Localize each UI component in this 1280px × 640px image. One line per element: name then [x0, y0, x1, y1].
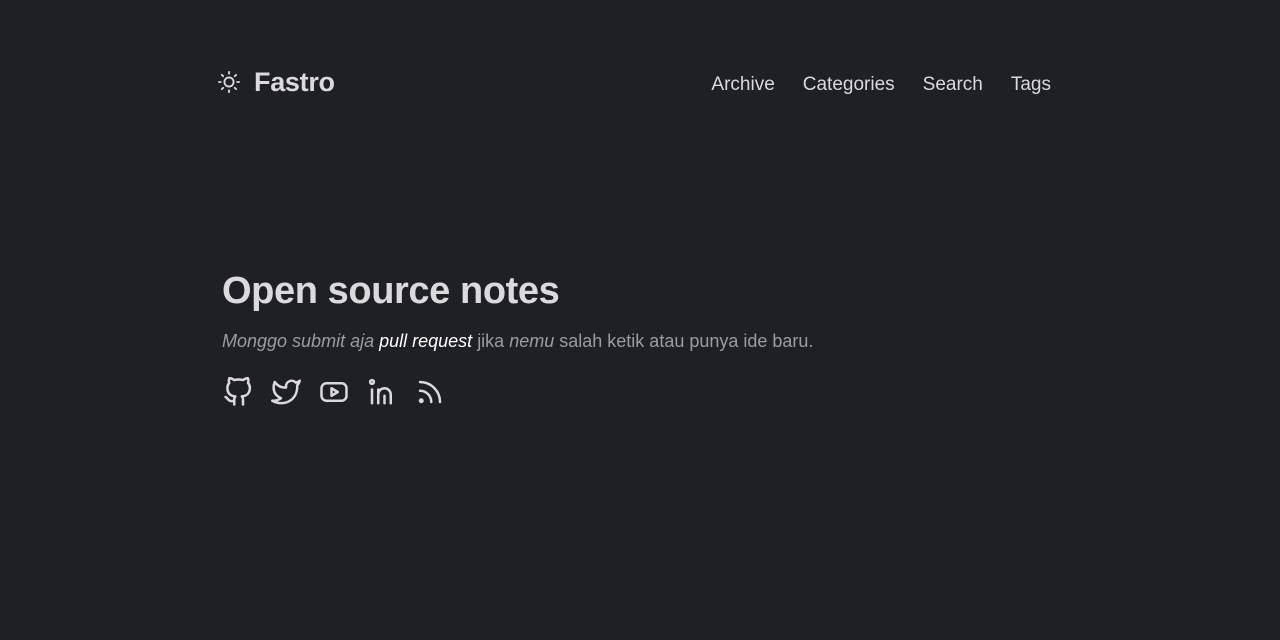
sun-icon[interactable] [218, 71, 240, 93]
hero-section: Open source notes Monggo submit aja pull… [222, 268, 813, 408]
youtube-icon[interactable] [318, 376, 350, 408]
subtitle-part4: salah ketik atau punya ide baru. [559, 331, 814, 351]
nav-link-categories[interactable]: Categories [803, 74, 895, 96]
nav-link-tags[interactable]: Tags [1011, 74, 1051, 96]
subtitle-part2: jika [477, 331, 505, 351]
brand: Fastro [218, 64, 335, 100]
site-title-link[interactable]: Fastro [254, 67, 335, 98]
rss-icon[interactable] [414, 376, 446, 408]
nav-link-search[interactable]: Search [923, 74, 983, 96]
github-icon[interactable] [222, 376, 254, 408]
main-nav: Archive Categories Search Tags [683, 74, 1051, 96]
twitter-icon[interactable] [270, 376, 302, 408]
nav-link-archive[interactable]: Archive [711, 74, 774, 96]
page: Fastro Archive Categories Search Tags Op… [0, 0, 1280, 640]
hero-subtitle: Monggo submit aja pull request jika nemu… [222, 328, 813, 354]
pull-request-link[interactable]: pull request [379, 331, 472, 351]
subtitle-part1: Monggo submit aja [222, 331, 375, 351]
subtitle-part3: nemu [509, 331, 555, 351]
social-links [222, 376, 813, 408]
page-title: Open source notes [222, 270, 560, 312]
linkedin-icon[interactable] [366, 376, 398, 408]
